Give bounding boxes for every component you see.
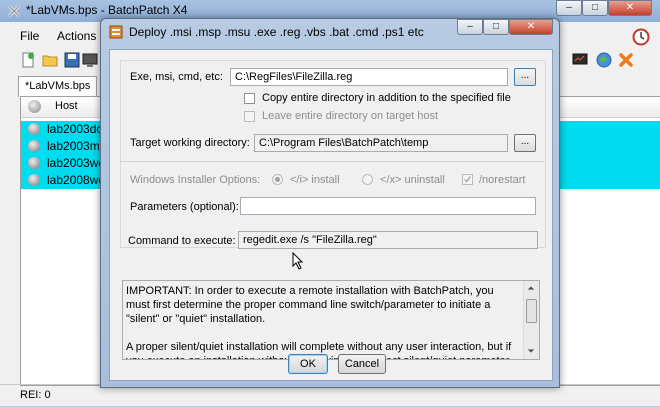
host-name: lab2003me <box>47 139 107 153</box>
copy-directory-checkbox[interactable] <box>244 93 255 104</box>
host-name: lab2003wo <box>47 156 106 170</box>
exe-label: Exe, msi, cmd, etc: <box>130 71 223 83</box>
dialog-minimize-button[interactable]: – <box>457 19 483 35</box>
installer-options-label: Windows Installer Options: <box>130 174 261 186</box>
host-name: lab2008wo <box>47 173 106 187</box>
ok-button[interactable]: OK <box>288 354 328 374</box>
target-dir-browse-button[interactable]: ... <box>514 134 536 152</box>
column-header-host[interactable]: Host <box>55 100 78 112</box>
main-window-title: *LabVMs.bps - BatchPatch X4 <box>26 3 188 17</box>
host-name: lab2003dc <box>47 122 103 136</box>
deploy-dialog-icon <box>109 25 123 39</box>
install-option-label: </i> install <box>290 174 340 186</box>
cancel-button[interactable]: Cancel <box>338 354 386 374</box>
open-folder-icon[interactable] <box>42 52 58 68</box>
host-status-icon <box>28 140 40 152</box>
norestart-checkbox[interactable] <box>462 174 473 185</box>
scroll-up-icon[interactable] <box>525 283 537 293</box>
deploy-dialog: Deploy .msi .msp .msu .exe .reg .vbs .ba… <box>100 18 560 388</box>
options-separator <box>120 161 544 162</box>
clock-icon[interactable] <box>632 28 650 46</box>
command-label: Command to execute: <box>128 235 236 247</box>
info-scrollbar[interactable] <box>523 281 539 359</box>
leave-directory-checkbox[interactable] <box>244 111 255 122</box>
globe-icon[interactable] <box>596 52 612 68</box>
host-status-icon <box>28 174 40 186</box>
exe-browse-button[interactable]: ... <box>514 68 536 86</box>
tab-labvms[interactable]: *LabVMs.bps <box>18 76 98 97</box>
save-icon[interactable] <box>64 52 80 68</box>
uninstall-option-label: </x> uninstall <box>380 174 445 186</box>
uninstall-radio[interactable] <box>362 174 373 185</box>
close-x-icon[interactable] <box>618 52 634 68</box>
menu-file[interactable]: File <box>20 29 39 43</box>
dialog-body: Exe, msi, cmd, etc: C:\RegFiles\FileZill… <box>109 49 553 381</box>
main-maximize-button[interactable]: □ <box>582 0 608 16</box>
target-dir-field[interactable]: C:\Program Files\BatchPatch\temp <box>254 134 508 152</box>
new-file-icon[interactable] <box>20 52 36 68</box>
deploy-options-group <box>120 60 546 248</box>
scroll-down-icon[interactable] <box>525 346 537 356</box>
app-icon <box>7 4 21 18</box>
copy-directory-label: Copy entire directory in addition to the… <box>262 92 511 104</box>
monitor-icon[interactable] <box>572 52 588 68</box>
install-radio[interactable] <box>272 174 283 185</box>
host-status-icon <box>28 123 40 135</box>
parameters-field[interactable] <box>240 197 536 215</box>
parameters-label: Parameters (optional): <box>130 201 239 213</box>
dialog-maximize-button[interactable]: □ <box>483 19 509 35</box>
host-status-icon <box>28 157 40 169</box>
command-field[interactable]: regedit.exe /s "FileZilla.reg" <box>238 231 538 249</box>
main-minimize-button[interactable]: – <box>556 0 582 16</box>
info-textbox[interactable]: IMPORTANT: In order to execute a remote … <box>122 280 540 360</box>
dialog-title: Deploy .msi .msp .msu .exe .reg .vbs .ba… <box>129 25 424 39</box>
leave-directory-label: Leave entire directory on target host <box>262 110 439 122</box>
dialog-close-button[interactable]: ✕ <box>509 19 553 35</box>
status-text: REI: 0 <box>20 389 51 401</box>
computer-icon[interactable] <box>82 52 98 68</box>
mouse-cursor-icon <box>292 252 304 270</box>
info-paragraph: IMPORTANT: In order to execute a remote … <box>126 285 494 325</box>
menu-actions[interactable]: Actions <box>57 29 96 43</box>
scroll-thumb[interactable] <box>526 299 537 323</box>
target-dir-label: Target working directory: <box>130 137 250 149</box>
exe-path-field[interactable]: C:\RegFiles\FileZilla.reg <box>230 68 508 86</box>
info-text: IMPORTANT: In order to execute a remote … <box>126 284 518 359</box>
status-column-icon <box>28 100 41 113</box>
norestart-option-label: /norestart <box>479 174 526 186</box>
main-close-button[interactable]: ✕ <box>608 0 652 16</box>
